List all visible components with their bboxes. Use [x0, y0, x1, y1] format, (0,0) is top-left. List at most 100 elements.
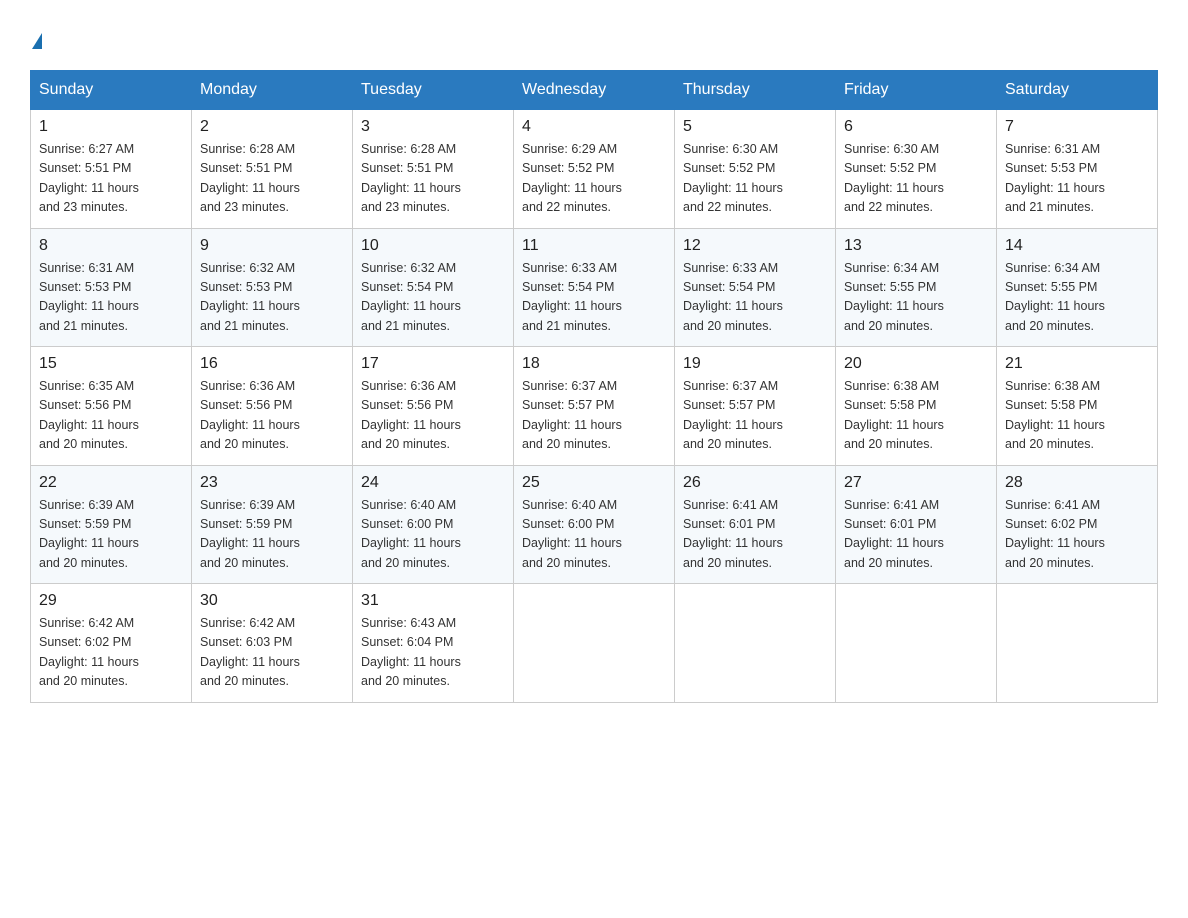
day-detail: Sunrise: 6:32 AMSunset: 5:53 PMDaylight:… — [200, 259, 344, 337]
day-number: 2 — [200, 118, 344, 136]
calendar-cell: 19 Sunrise: 6:37 AMSunset: 5:57 PMDaylig… — [675, 347, 836, 466]
column-header-monday: Monday — [192, 71, 353, 110]
calendar-week-row: 1 Sunrise: 6:27 AMSunset: 5:51 PMDayligh… — [31, 110, 1158, 229]
column-header-tuesday: Tuesday — [353, 71, 514, 110]
day-number: 26 — [683, 474, 827, 492]
day-number: 25 — [522, 474, 666, 492]
day-detail: Sunrise: 6:31 AMSunset: 5:53 PMDaylight:… — [39, 259, 183, 337]
day-detail: Sunrise: 6:42 AMSunset: 6:03 PMDaylight:… — [200, 614, 344, 692]
day-number: 11 — [522, 237, 666, 255]
column-header-wednesday: Wednesday — [514, 71, 675, 110]
calendar-cell: 11 Sunrise: 6:33 AMSunset: 5:54 PMDaylig… — [514, 228, 675, 347]
calendar-cell: 13 Sunrise: 6:34 AMSunset: 5:55 PMDaylig… — [836, 228, 997, 347]
column-header-thursday: Thursday — [675, 71, 836, 110]
day-detail: Sunrise: 6:41 AMSunset: 6:01 PMDaylight:… — [683, 496, 827, 574]
day-number: 12 — [683, 237, 827, 255]
calendar-cell: 22 Sunrise: 6:39 AMSunset: 5:59 PMDaylig… — [31, 465, 192, 584]
page-header — [30, 24, 1158, 52]
day-detail: Sunrise: 6:34 AMSunset: 5:55 PMDaylight:… — [844, 259, 988, 337]
calendar-week-row: 29 Sunrise: 6:42 AMSunset: 6:02 PMDaylig… — [31, 584, 1158, 703]
day-number: 8 — [39, 237, 183, 255]
day-detail: Sunrise: 6:28 AMSunset: 5:51 PMDaylight:… — [361, 140, 505, 218]
column-header-saturday: Saturday — [997, 71, 1158, 110]
day-detail: Sunrise: 6:36 AMSunset: 5:56 PMDaylight:… — [361, 377, 505, 455]
day-detail: Sunrise: 6:38 AMSunset: 5:58 PMDaylight:… — [844, 377, 988, 455]
day-number: 13 — [844, 237, 988, 255]
calendar-cell: 17 Sunrise: 6:36 AMSunset: 5:56 PMDaylig… — [353, 347, 514, 466]
day-number: 5 — [683, 118, 827, 136]
calendar-week-row: 8 Sunrise: 6:31 AMSunset: 5:53 PMDayligh… — [31, 228, 1158, 347]
day-detail: Sunrise: 6:43 AMSunset: 6:04 PMDaylight:… — [361, 614, 505, 692]
day-detail: Sunrise: 6:32 AMSunset: 5:54 PMDaylight:… — [361, 259, 505, 337]
day-number: 7 — [1005, 118, 1149, 136]
calendar-cell: 4 Sunrise: 6:29 AMSunset: 5:52 PMDayligh… — [514, 110, 675, 229]
day-number: 14 — [1005, 237, 1149, 255]
calendar-cell: 10 Sunrise: 6:32 AMSunset: 5:54 PMDaylig… — [353, 228, 514, 347]
calendar-cell: 24 Sunrise: 6:40 AMSunset: 6:00 PMDaylig… — [353, 465, 514, 584]
day-detail: Sunrise: 6:37 AMSunset: 5:57 PMDaylight:… — [683, 377, 827, 455]
calendar-cell: 21 Sunrise: 6:38 AMSunset: 5:58 PMDaylig… — [997, 347, 1158, 466]
calendar-cell — [675, 584, 836, 703]
calendar-cell: 2 Sunrise: 6:28 AMSunset: 5:51 PMDayligh… — [192, 110, 353, 229]
calendar-cell — [836, 584, 997, 703]
day-number: 1 — [39, 118, 183, 136]
calendar-cell: 18 Sunrise: 6:37 AMSunset: 5:57 PMDaylig… — [514, 347, 675, 466]
day-detail: Sunrise: 6:39 AMSunset: 5:59 PMDaylight:… — [200, 496, 344, 574]
calendar-cell: 8 Sunrise: 6:31 AMSunset: 5:53 PMDayligh… — [31, 228, 192, 347]
day-detail: Sunrise: 6:34 AMSunset: 5:55 PMDaylight:… — [1005, 259, 1149, 337]
day-number: 31 — [361, 592, 505, 610]
day-number: 6 — [844, 118, 988, 136]
calendar-cell: 12 Sunrise: 6:33 AMSunset: 5:54 PMDaylig… — [675, 228, 836, 347]
day-detail: Sunrise: 6:31 AMSunset: 5:53 PMDaylight:… — [1005, 140, 1149, 218]
calendar-cell: 5 Sunrise: 6:30 AMSunset: 5:52 PMDayligh… — [675, 110, 836, 229]
calendar-cell — [514, 584, 675, 703]
day-number: 21 — [1005, 355, 1149, 373]
column-header-sunday: Sunday — [31, 71, 192, 110]
calendar-cell: 23 Sunrise: 6:39 AMSunset: 5:59 PMDaylig… — [192, 465, 353, 584]
calendar-cell — [997, 584, 1158, 703]
calendar-cell: 20 Sunrise: 6:38 AMSunset: 5:58 PMDaylig… — [836, 347, 997, 466]
day-detail: Sunrise: 6:27 AMSunset: 5:51 PMDaylight:… — [39, 140, 183, 218]
day-number: 27 — [844, 474, 988, 492]
day-detail: Sunrise: 6:36 AMSunset: 5:56 PMDaylight:… — [200, 377, 344, 455]
calendar-week-row: 22 Sunrise: 6:39 AMSunset: 5:59 PMDaylig… — [31, 465, 1158, 584]
day-detail: Sunrise: 6:42 AMSunset: 6:02 PMDaylight:… — [39, 614, 183, 692]
calendar-cell: 7 Sunrise: 6:31 AMSunset: 5:53 PMDayligh… — [997, 110, 1158, 229]
day-number: 24 — [361, 474, 505, 492]
day-number: 29 — [39, 592, 183, 610]
day-number: 3 — [361, 118, 505, 136]
calendar-cell: 31 Sunrise: 6:43 AMSunset: 6:04 PMDaylig… — [353, 584, 514, 703]
calendar-week-row: 15 Sunrise: 6:35 AMSunset: 5:56 PMDaylig… — [31, 347, 1158, 466]
calendar-cell: 27 Sunrise: 6:41 AMSunset: 6:01 PMDaylig… — [836, 465, 997, 584]
day-detail: Sunrise: 6:33 AMSunset: 5:54 PMDaylight:… — [683, 259, 827, 337]
day-detail: Sunrise: 6:37 AMSunset: 5:57 PMDaylight:… — [522, 377, 666, 455]
calendar-cell: 14 Sunrise: 6:34 AMSunset: 5:55 PMDaylig… — [997, 228, 1158, 347]
calendar-cell: 3 Sunrise: 6:28 AMSunset: 5:51 PMDayligh… — [353, 110, 514, 229]
calendar-cell: 1 Sunrise: 6:27 AMSunset: 5:51 PMDayligh… — [31, 110, 192, 229]
day-detail: Sunrise: 6:41 AMSunset: 6:01 PMDaylight:… — [844, 496, 988, 574]
logo-triangle-icon — [32, 33, 42, 49]
day-detail: Sunrise: 6:35 AMSunset: 5:56 PMDaylight:… — [39, 377, 183, 455]
day-number: 10 — [361, 237, 505, 255]
day-number: 19 — [683, 355, 827, 373]
day-detail: Sunrise: 6:30 AMSunset: 5:52 PMDaylight:… — [683, 140, 827, 218]
day-detail: Sunrise: 6:40 AMSunset: 6:00 PMDaylight:… — [522, 496, 666, 574]
calendar-cell: 28 Sunrise: 6:41 AMSunset: 6:02 PMDaylig… — [997, 465, 1158, 584]
calendar-cell: 30 Sunrise: 6:42 AMSunset: 6:03 PMDaylig… — [192, 584, 353, 703]
day-number: 9 — [200, 237, 344, 255]
day-detail: Sunrise: 6:29 AMSunset: 5:52 PMDaylight:… — [522, 140, 666, 218]
day-number: 22 — [39, 474, 183, 492]
column-header-friday: Friday — [836, 71, 997, 110]
logo — [30, 24, 42, 52]
day-detail: Sunrise: 6:40 AMSunset: 6:00 PMDaylight:… — [361, 496, 505, 574]
calendar-table: SundayMondayTuesdayWednesdayThursdayFrid… — [30, 70, 1158, 703]
day-number: 4 — [522, 118, 666, 136]
day-number: 20 — [844, 355, 988, 373]
day-detail: Sunrise: 6:30 AMSunset: 5:52 PMDaylight:… — [844, 140, 988, 218]
calendar-cell: 16 Sunrise: 6:36 AMSunset: 5:56 PMDaylig… — [192, 347, 353, 466]
calendar-header-row: SundayMondayTuesdayWednesdayThursdayFrid… — [31, 71, 1158, 110]
day-number: 23 — [200, 474, 344, 492]
day-number: 17 — [361, 355, 505, 373]
day-number: 30 — [200, 592, 344, 610]
calendar-cell: 9 Sunrise: 6:32 AMSunset: 5:53 PMDayligh… — [192, 228, 353, 347]
